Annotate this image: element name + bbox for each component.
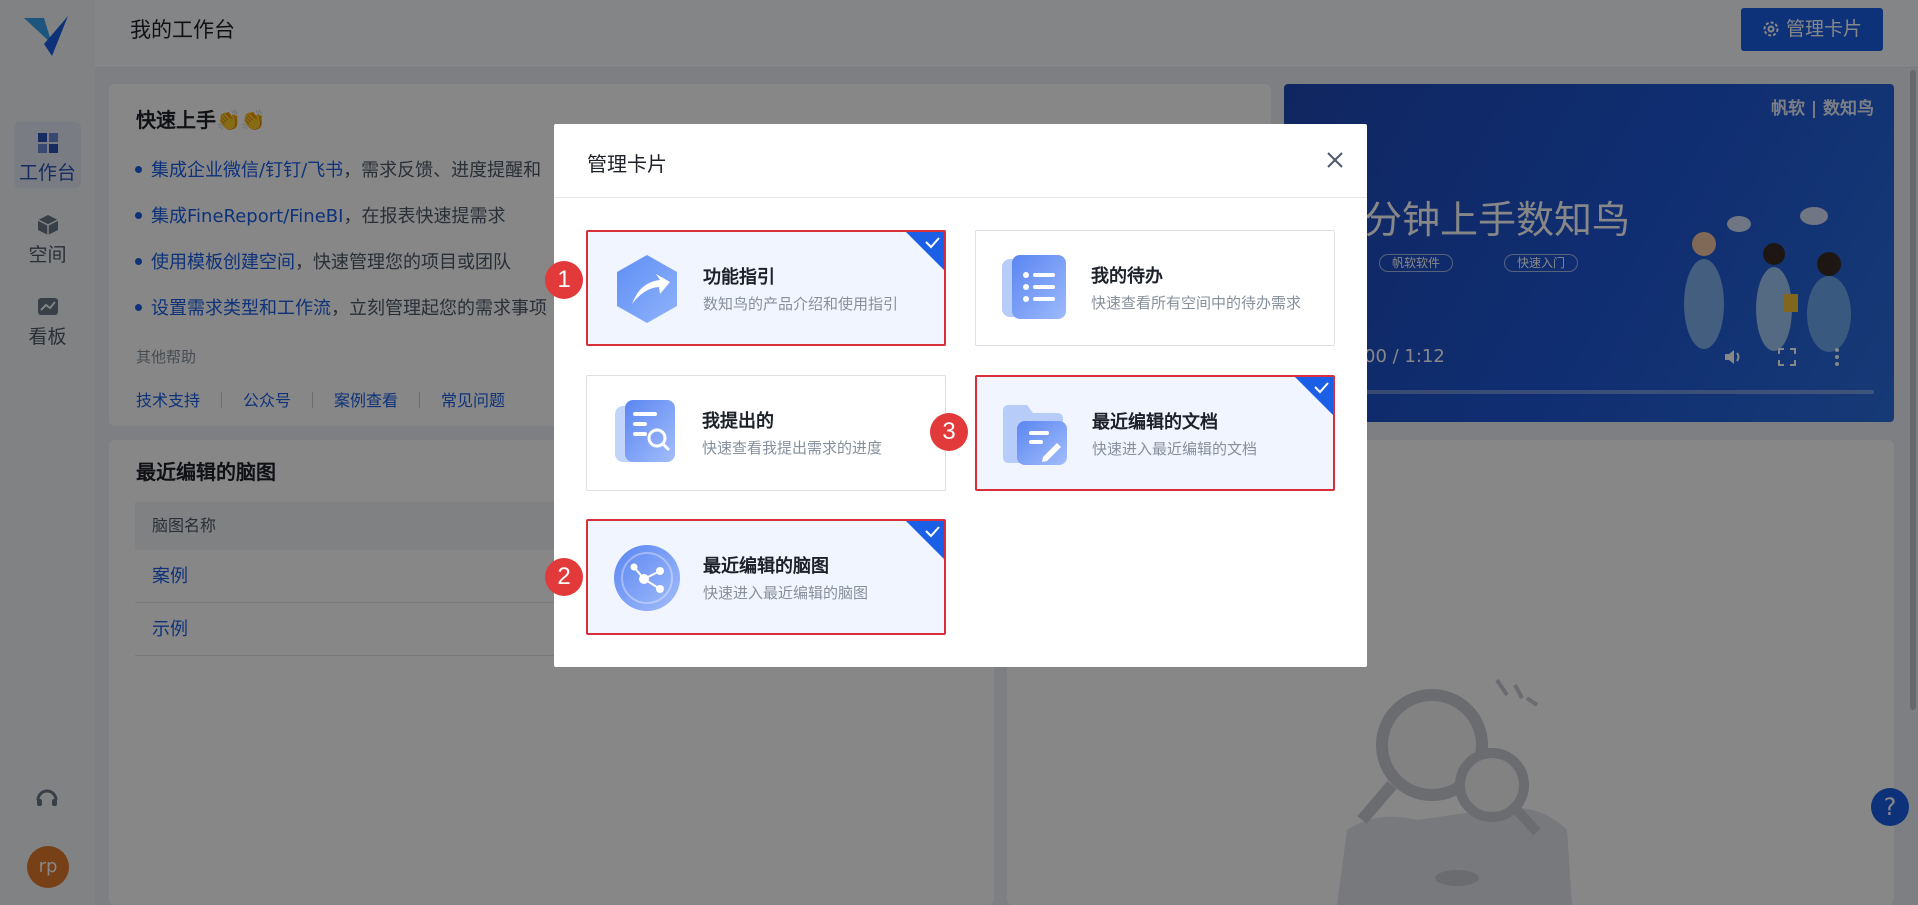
document-search-icon bbox=[615, 400, 675, 462]
callout-marker: 3 bbox=[930, 413, 968, 451]
option-desc: 数知鸟的产品介绍和使用指引 bbox=[703, 295, 899, 313]
card-option-submitted[interactable]: 我提出的 快速查看我提出需求的进度 bbox=[586, 375, 946, 491]
option-name: 最近编辑的脑图 bbox=[703, 556, 829, 577]
checkmark-icon bbox=[906, 521, 944, 559]
callout-marker: 2 bbox=[545, 558, 583, 596]
card-option-recent-mindmaps[interactable]: 最近编辑的脑图 快速进入最近编辑的脑图 bbox=[586, 519, 946, 635]
option-name: 我的待办 bbox=[1091, 266, 1163, 287]
checkmark-icon bbox=[1295, 377, 1333, 415]
close-icon[interactable] bbox=[1325, 150, 1345, 170]
mindmap-icon bbox=[614, 545, 680, 611]
option-desc: 快速查看我提出需求的进度 bbox=[702, 439, 883, 457]
arrow-guide-icon bbox=[617, 255, 677, 323]
option-desc: 快速进入最近编辑的文档 bbox=[1092, 440, 1258, 458]
card-option-feature-guide[interactable]: 功能指引 数知鸟的产品介绍和使用指引 bbox=[586, 230, 946, 346]
option-desc: 快速查看所有空间中的待办需求 bbox=[1091, 294, 1302, 312]
callout-marker: 1 bbox=[545, 261, 583, 299]
option-desc: 快速进入最近编辑的脑图 bbox=[703, 584, 869, 602]
checkmark-icon bbox=[906, 232, 944, 270]
card-option-recent-docs[interactable]: 最近编辑的文档 快速进入最近编辑的文档 bbox=[975, 375, 1335, 491]
option-name: 最近编辑的文档 bbox=[1092, 412, 1218, 433]
folder-document-icon bbox=[1003, 405, 1067, 465]
dialog-title: 管理卡片 bbox=[587, 152, 667, 176]
option-name: 功能指引 bbox=[703, 267, 775, 288]
todo-list-icon bbox=[1002, 255, 1066, 319]
option-name: 我提出的 bbox=[702, 411, 774, 432]
dialog-header: 管理卡片 bbox=[554, 124, 1367, 198]
manage-cards-dialog: 管理卡片 功能指引 数知鸟的产品介绍和使用指引 我的待办 快速查看所有空间中的待… bbox=[554, 124, 1367, 667]
card-option-my-todo[interactable]: 我的待办 快速查看所有空间中的待办需求 bbox=[975, 230, 1335, 346]
